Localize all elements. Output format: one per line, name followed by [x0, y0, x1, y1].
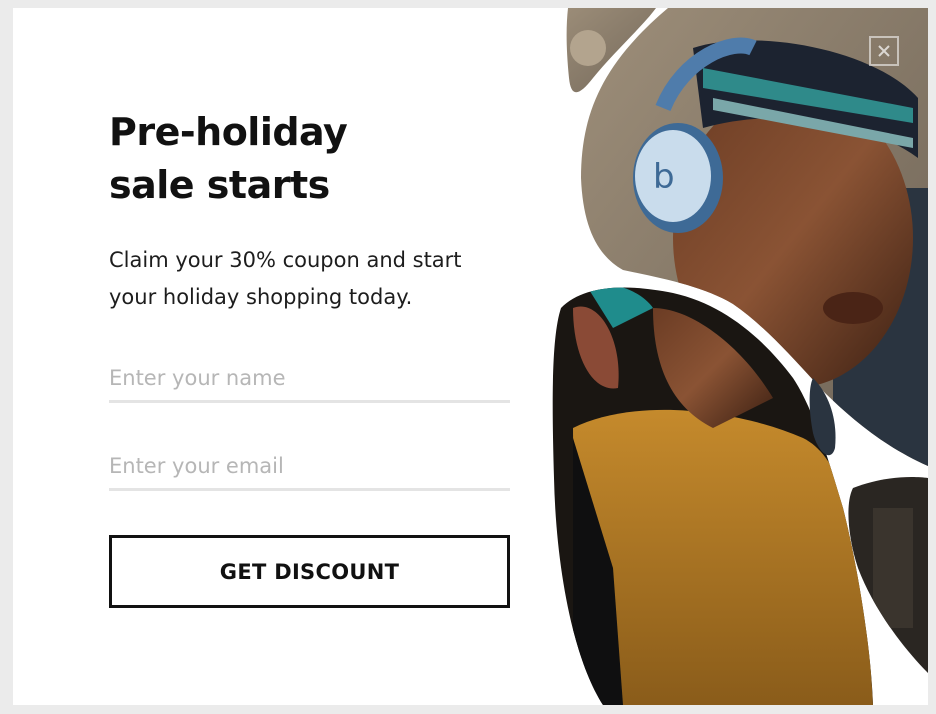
subtext-line-1: Claim your 30% coupon and start [109, 248, 462, 272]
close-icon [878, 45, 890, 57]
email-input[interactable] [109, 444, 510, 491]
popup-headline: Pre-holiday sale starts [109, 106, 529, 212]
discount-popup: b Pre-holiday sale starts Claim your 30%… [13, 8, 928, 705]
popup-subtext: Claim your 30% coupon and start your hol… [109, 242, 529, 316]
get-discount-button[interactable]: GET DISCOUNT [109, 535, 510, 608]
svg-text:b: b [653, 157, 675, 197]
subtext-line-2: your holiday shopping today. [109, 285, 413, 309]
headline-line-2: sale starts [109, 163, 330, 207]
name-input[interactable] [109, 356, 510, 403]
headline-line-1: Pre-holiday [109, 110, 348, 154]
close-button[interactable] [869, 36, 899, 66]
